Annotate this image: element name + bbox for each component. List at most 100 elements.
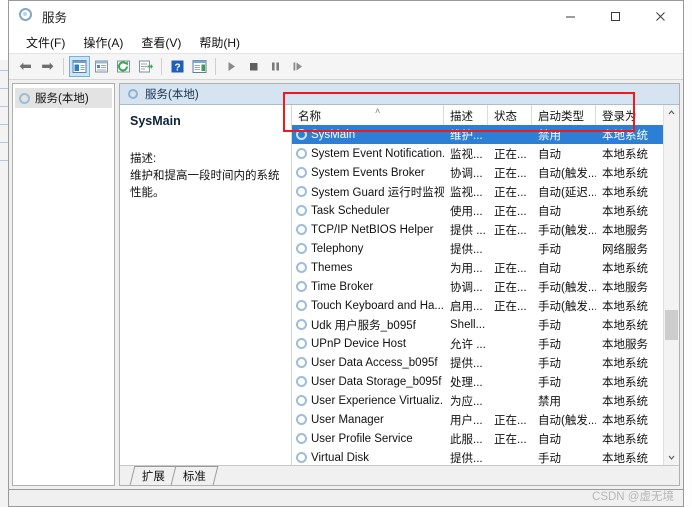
- chevron-up-icon: [668, 110, 675, 115]
- table-row[interactable]: SysMain 维护... 禁用 本地系统: [292, 125, 679, 144]
- cell-log-on-as: 本地系统: [602, 186, 648, 199]
- service-name-label: User Manager: [311, 413, 384, 426]
- cell-service-name: Task Scheduler: [292, 205, 444, 217]
- table-row[interactable]: User Data Storage_b095f 处理... 手动 本地系统: [292, 372, 679, 391]
- chevron-down-icon: [668, 455, 675, 460]
- services-list: 名称 ˄ 描述 状态 启动类型 登录为 SysMain 维护... 禁用 本地系统 Sy…: [292, 105, 679, 465]
- forward-button[interactable]: ➡: [37, 56, 58, 77]
- table-row[interactable]: Telephony 提供... 手动 网络服务: [292, 239, 679, 258]
- cell-service-name: Virtual Disk: [292, 452, 444, 464]
- left-arrow-icon: ⬅: [19, 58, 32, 75]
- cell-log-on-as: 本地系统: [602, 148, 648, 161]
- services-gear-icon: [296, 129, 307, 140]
- cell-log-on-as: 本地系统: [602, 319, 648, 332]
- scroll-down-button[interactable]: [664, 450, 679, 465]
- menu-help[interactable]: 帮助(H): [190, 32, 249, 53]
- back-button[interactable]: ⬅: [15, 56, 36, 77]
- column-header-status[interactable]: 状态: [488, 105, 532, 125]
- services-list-scrollbar[interactable]: [663, 105, 679, 465]
- start-service-button[interactable]: [221, 56, 242, 77]
- service-name-label: System Event Notification...: [311, 147, 444, 160]
- cell-status: 正在...: [494, 148, 527, 161]
- table-row[interactable]: System Event Notification... 监视... 正在... 自动…: [292, 144, 679, 163]
- maximize-button[interactable]: [593, 1, 638, 31]
- help-button[interactable]: ?: [167, 56, 188, 77]
- help-question-icon: ?: [171, 60, 184, 73]
- service-name-label: Themes: [311, 261, 353, 274]
- table-row[interactable]: Time Broker 协调... 正在... 手动(触发... 本地服务: [292, 277, 679, 296]
- table-row[interactable]: User Experience Virtualiz... 为应... 禁用 本地系统: [292, 391, 679, 410]
- cell-status: 正在...: [494, 414, 527, 427]
- export-list-button[interactable]: [135, 56, 156, 77]
- services-gear-icon: [296, 167, 307, 178]
- cell-log-on-as: 本地系统: [602, 376, 648, 389]
- cell-service-name: User Profile Service: [292, 433, 444, 445]
- cell-log-on-as: 本地系统: [602, 205, 648, 218]
- minimize-button[interactable]: [548, 1, 593, 31]
- table-row[interactable]: Touch Keyboard and Ha... 启用... 正在... 手动(触发.…: [292, 296, 679, 315]
- cell-description: 处理...: [450, 376, 483, 389]
- menu-view[interactable]: 查看(V): [132, 32, 190, 53]
- service-name-label: User Experience Virtualiz...: [311, 394, 444, 407]
- services-gear-icon: [296, 186, 307, 197]
- table-row[interactable]: Udk 用户服务_b095f Shell... 手动 本地系统: [292, 315, 679, 334]
- cell-status: 正在...: [494, 262, 527, 275]
- toolbar-separator-3: [215, 58, 216, 75]
- pause-service-button[interactable]: [265, 56, 286, 77]
- console-tree-pane: 服务(本地): [12, 83, 115, 486]
- tab-standard-label: 标准: [182, 471, 206, 483]
- close-button[interactable]: [638, 1, 683, 31]
- scrollbar-track[interactable]: [664, 120, 679, 450]
- play-icon: [228, 62, 235, 71]
- table-row[interactable]: System Events Broker 协调... 正在... 自动(触发... 本地…: [292, 163, 679, 182]
- stop-icon: [250, 63, 258, 71]
- menu-action[interactable]: 操作(A): [74, 32, 132, 53]
- window-body: 服务(本地) 服务(本地) SysMain 描述: 维护和提高一段时间内的系统性…: [9, 80, 683, 489]
- services-gear-icon: [296, 281, 307, 292]
- refresh-button[interactable]: [113, 56, 134, 77]
- menu-file[interactable]: 文件(F): [17, 32, 74, 53]
- cell-service-name: TCP/IP NetBIOS Helper: [292, 224, 444, 236]
- service-name-label: System Guard 运行时监视...: [311, 186, 444, 199]
- table-row[interactable]: User Data Access_b095f 提供... 手动 本地系统: [292, 353, 679, 372]
- restart-icon: [293, 62, 302, 71]
- cell-startup-type: 自动(延迟...: [538, 186, 596, 199]
- properties-button[interactable]: [91, 56, 112, 77]
- stop-service-button[interactable]: [243, 56, 264, 77]
- tree-item-services-local[interactable]: 服务(本地): [15, 88, 112, 108]
- restart-service-button[interactable]: [287, 56, 308, 77]
- cell-startup-type: 自动: [538, 205, 561, 218]
- column-header-description[interactable]: 描述: [444, 105, 488, 125]
- description-label: 描述:: [130, 153, 157, 165]
- cell-startup-type: 手动(触发...: [538, 281, 596, 294]
- show-hide-console-tree-button[interactable]: [69, 56, 90, 77]
- right-arrow-icon: ➡: [41, 58, 54, 75]
- table-row[interactable]: User Profile Service 此服... 正在... 自动 本地系统: [292, 429, 679, 448]
- tab-standard[interactable]: 标准: [170, 466, 219, 485]
- services-gear-icon: [296, 433, 307, 444]
- column-header-log-on-as[interactable]: 登录为: [596, 105, 656, 125]
- show-action-pane-button[interactable]: [189, 56, 210, 77]
- table-row[interactable]: Task Scheduler 使用... 正在... 自动 本地系统: [292, 201, 679, 220]
- refresh-icon: [117, 60, 130, 73]
- services-gear-icon: [296, 300, 307, 311]
- scrollbar-thumb[interactable]: [665, 310, 678, 340]
- cell-log-on-as: 本地系统: [602, 300, 648, 313]
- table-row[interactable]: User Manager 用户... 正在... 自动(触发... 本地系统: [292, 410, 679, 429]
- table-row[interactable]: System Guard 运行时监视... 监视... 正在... 自动(延迟... 本…: [292, 182, 679, 201]
- table-row[interactable]: UPnP Device Host 允许 ... 手动 本地服务: [292, 334, 679, 353]
- scroll-up-button[interactable]: [664, 105, 679, 120]
- cell-log-on-as: 本地系统: [602, 262, 648, 275]
- cell-status: 正在...: [494, 167, 527, 180]
- services-gear-icon: [296, 148, 307, 159]
- table-row[interactable]: TCP/IP NetBIOS Helper 提供 ... 正在... 手动(触发...…: [292, 220, 679, 239]
- service-name-label: System Events Broker: [311, 166, 425, 179]
- cell-service-name: Themes: [292, 262, 444, 274]
- column-header-name[interactable]: 名称 ˄: [292, 105, 444, 125]
- cell-service-name: Time Broker: [292, 281, 444, 293]
- table-row[interactable]: Themes 为用... 正在... 自动 本地系统: [292, 258, 679, 277]
- column-header-startup-type[interactable]: 启动类型: [532, 105, 596, 125]
- table-row[interactable]: Virtual Disk 提供... 手动 本地系统: [292, 448, 679, 465]
- cell-startup-type: 手动: [538, 338, 561, 351]
- cell-log-on-as: 本地服务: [602, 281, 648, 294]
